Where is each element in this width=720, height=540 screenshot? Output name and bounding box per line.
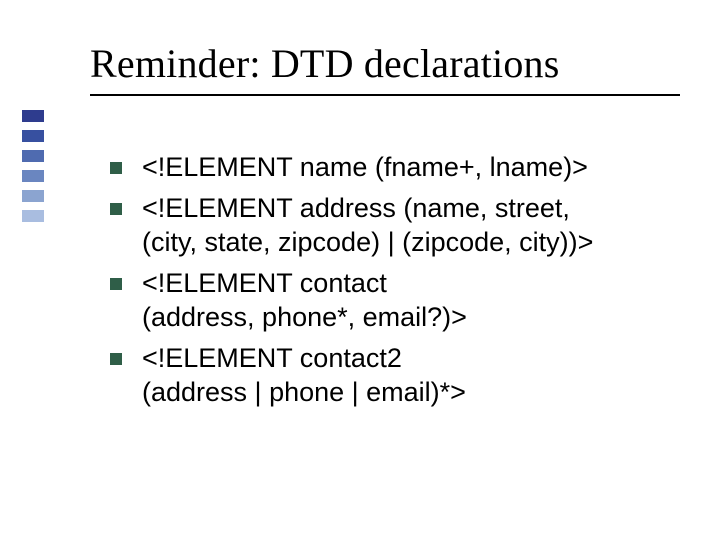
list-item: <!ELEMENT contact (address, phone*, emai… bbox=[110, 266, 680, 335]
bullet-text: (city, state, zipcode) | (zipcode, city)… bbox=[142, 227, 593, 257]
sidebar-bar bbox=[22, 190, 44, 202]
sidebar-bar bbox=[22, 210, 44, 222]
bullet-icon bbox=[110, 203, 122, 215]
list-item: <!ELEMENT contact2 (address | phone | em… bbox=[110, 341, 680, 410]
sidebar-bar bbox=[22, 130, 44, 142]
sidebar-bar bbox=[22, 150, 44, 162]
bullet-icon bbox=[110, 353, 122, 365]
title-underline bbox=[90, 94, 680, 96]
bullet-text: (address | phone | email)*> bbox=[142, 377, 466, 407]
bullet-icon bbox=[110, 162, 122, 174]
bullet-text: <!ELEMENT address (name, street, bbox=[142, 193, 570, 223]
list-item: <!ELEMENT name (fname+, lname)> bbox=[110, 150, 680, 185]
bullet-text: <!ELEMENT contact bbox=[142, 268, 387, 298]
decorative-sidebar bbox=[22, 110, 44, 222]
bullet-text: (address, phone*, email?)> bbox=[142, 302, 467, 332]
slide-title: Reminder: DTD declarations bbox=[90, 40, 680, 87]
list-item: <!ELEMENT address (name, street, (city, … bbox=[110, 191, 680, 260]
title-wrap: Reminder: DTD declarations bbox=[90, 40, 680, 87]
bullet-text: <!ELEMENT contact2 bbox=[142, 343, 402, 373]
bullet-list: <!ELEMENT name (fname+, lname)> <!ELEMEN… bbox=[110, 150, 680, 416]
sidebar-bar bbox=[22, 170, 44, 182]
bullet-text: <!ELEMENT name (fname+, lname)> bbox=[142, 152, 588, 182]
sidebar-bar bbox=[22, 110, 44, 122]
bullet-icon bbox=[110, 278, 122, 290]
slide: Reminder: DTD declarations <!ELEMENT nam… bbox=[0, 0, 720, 540]
